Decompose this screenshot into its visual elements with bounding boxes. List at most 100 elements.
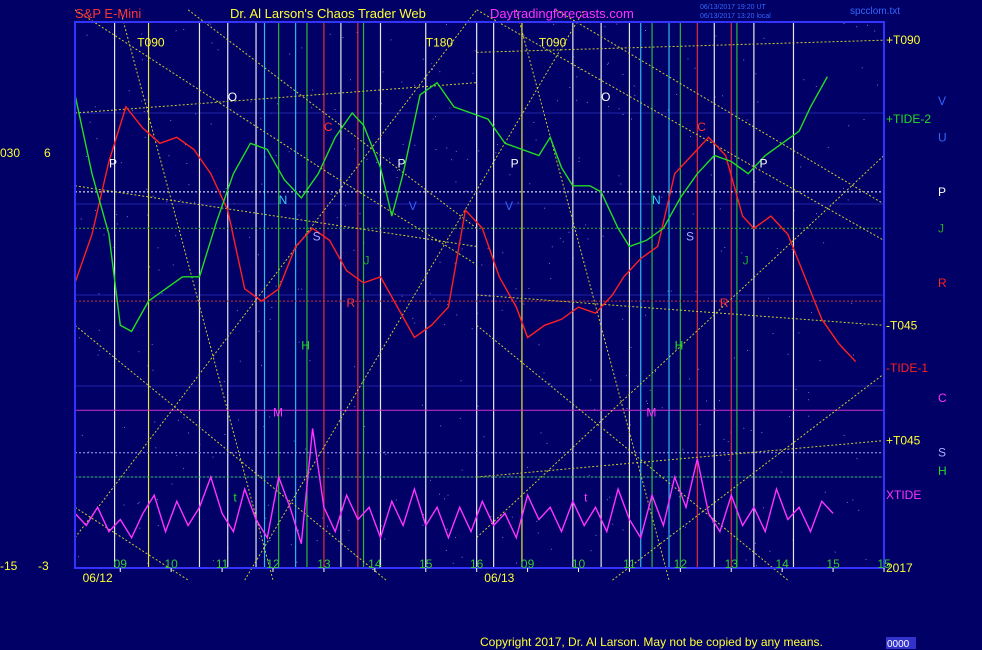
star-dot xyxy=(594,408,596,410)
star-dot xyxy=(788,416,790,418)
star-dot xyxy=(342,37,344,38)
star-dot xyxy=(312,89,313,91)
chart-marker: M xyxy=(273,405,283,419)
star-dot xyxy=(528,288,530,289)
star-dot xyxy=(633,85,635,87)
right-series-label: +T045 xyxy=(886,434,921,448)
x-tick-label: 15 xyxy=(826,557,840,571)
chart-marker: S xyxy=(313,229,321,243)
star-dot xyxy=(496,144,498,145)
chart-marker: R xyxy=(347,296,356,310)
star-dot xyxy=(471,328,473,330)
star-dot xyxy=(646,400,648,402)
chart-marker: P xyxy=(760,157,768,171)
star-dot xyxy=(588,474,590,476)
star-dot xyxy=(89,121,91,123)
star-dot xyxy=(687,58,689,60)
star-dot xyxy=(461,469,463,471)
star-dot xyxy=(451,159,453,161)
star-dot xyxy=(275,155,277,157)
star-dot xyxy=(298,288,299,290)
star-dot xyxy=(141,100,143,102)
star-dot xyxy=(551,246,553,248)
star-dot xyxy=(348,529,350,531)
star-dot xyxy=(548,262,550,264)
right-series-label: 2017 xyxy=(886,561,913,575)
star-dot xyxy=(109,451,111,453)
star-dot xyxy=(472,72,474,74)
star-dot xyxy=(309,360,311,362)
star-dot xyxy=(260,475,262,477)
star-dot xyxy=(166,201,168,203)
star-dot xyxy=(401,81,403,83)
star-dot xyxy=(151,343,153,345)
star-dot xyxy=(856,26,858,28)
star-dot xyxy=(861,67,863,69)
star-dot xyxy=(98,349,100,351)
star-dot xyxy=(670,290,672,292)
star-dot xyxy=(183,417,185,419)
star-dot xyxy=(354,366,356,368)
chart-marker: C xyxy=(324,120,333,134)
star-dot xyxy=(824,491,826,493)
x-tick-label: 10 xyxy=(572,557,586,571)
star-dot xyxy=(439,493,440,495)
star-dot xyxy=(212,456,214,458)
star-dot xyxy=(616,23,618,25)
star-dot xyxy=(137,503,139,505)
star-dot xyxy=(549,382,551,384)
star-dot xyxy=(604,26,606,28)
star-dot xyxy=(509,475,511,477)
star-dot xyxy=(344,205,346,207)
star-dot xyxy=(550,548,552,550)
star-dot xyxy=(543,372,545,374)
chart-marker: J xyxy=(743,254,749,268)
star-dot xyxy=(846,501,848,503)
star-dot xyxy=(559,237,561,239)
star-dot xyxy=(446,24,447,25)
star-dot xyxy=(301,288,303,290)
star-dot xyxy=(432,118,434,120)
star-dot xyxy=(536,520,538,522)
star-dot xyxy=(455,181,457,183)
chart-marker: H xyxy=(301,339,310,353)
right-series-label: -TIDE-1 xyxy=(886,361,928,375)
chart-marker: P xyxy=(397,157,405,171)
star-dot xyxy=(85,156,87,157)
star-dot xyxy=(715,35,717,37)
star-dot xyxy=(467,158,469,160)
star-dot xyxy=(511,516,513,518)
star-dot xyxy=(544,207,546,209)
right-series-label: XTIDE xyxy=(886,488,921,502)
star-dot xyxy=(445,550,447,551)
star-dot xyxy=(149,292,151,294)
star-dot xyxy=(710,174,712,176)
star-dot xyxy=(661,407,663,409)
star-dot xyxy=(863,119,865,120)
star-dot xyxy=(132,110,134,112)
star-dot xyxy=(81,434,83,436)
star-dot xyxy=(258,330,260,332)
star-dot xyxy=(430,479,431,481)
star-dot xyxy=(212,560,214,562)
star-dot xyxy=(516,562,517,564)
star-dot xyxy=(509,174,511,176)
star-dot xyxy=(865,559,867,561)
star-dot xyxy=(116,214,118,216)
star-dot xyxy=(171,483,173,485)
star-dot xyxy=(376,162,377,164)
star-dot xyxy=(354,148,356,150)
star-dot xyxy=(808,392,810,394)
star-dot xyxy=(359,213,361,215)
footer-mark: 0000 xyxy=(887,639,910,650)
star-dot xyxy=(533,122,535,123)
star-dot xyxy=(622,529,624,531)
star-dot xyxy=(477,405,479,407)
star-dot xyxy=(834,551,836,553)
star-dot xyxy=(149,266,150,268)
star-dot xyxy=(389,158,390,160)
star-dot xyxy=(465,190,467,192)
star-dot xyxy=(364,426,366,427)
chart-marker: H xyxy=(675,339,684,353)
star-dot xyxy=(529,183,531,185)
